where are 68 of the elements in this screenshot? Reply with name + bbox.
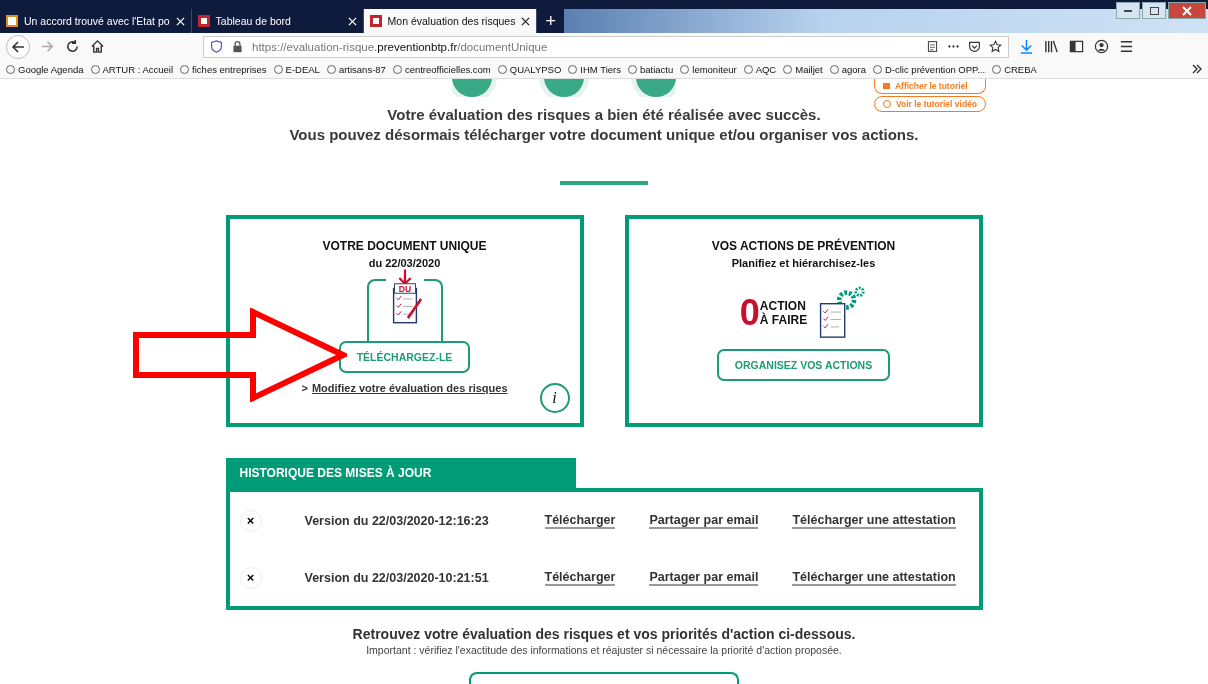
bookmark[interactable]: batiactu (628, 63, 674, 75)
card-date: du 22/03/2020 (368, 257, 441, 269)
history-link[interactable]: Partager par email (649, 512, 759, 529)
history-link[interactable]: Télécharger une attestation (792, 569, 956, 586)
info-button[interactable]: i (539, 383, 570, 413)
delete-button[interactable]: × (239, 509, 262, 532)
action-count-label: À FAIRE (759, 313, 808, 327)
close-icon[interactable] (521, 16, 531, 26)
modify-link[interactable]: Modifiez votre évaluation des risques (311, 382, 508, 394)
bookmark[interactable]: Mailjet (783, 63, 823, 75)
document-download-drawing: DU (385, 269, 424, 327)
bookmark[interactable]: lemoniteur (680, 63, 737, 75)
lock-icon (231, 40, 244, 53)
bookmark[interactable]: artisans-87 (326, 63, 386, 75)
bookmark[interactable]: CREBA (992, 63, 1037, 75)
bookmark[interactable]: centreofficielles.com (392, 63, 491, 75)
partial-button[interactable] (469, 672, 739, 684)
shield-icon (210, 40, 223, 53)
bookmark[interactable]: fiches entreprises (180, 63, 267, 75)
organize-actions-button[interactable]: ORGANISEZ VOS ACTIONS (716, 349, 891, 381)
section-heading: Retrouvez votre évaluation des risques et vos priorités d'action ci-dessous. (352, 626, 856, 642)
minimize-icon[interactable] (1116, 2, 1140, 19)
address-bar[interactable]: https://evaluation-risque.preventionbtp.fr/documentUnique (203, 35, 1009, 58)
reader-view-icon[interactable] (926, 40, 939, 53)
back-icon[interactable] (6, 34, 30, 59)
bookmark[interactable]: D-clic prévention OPP... (873, 63, 986, 75)
download-icon[interactable] (1019, 39, 1034, 54)
important-note: Important : vérifiez l'exactitude des informations et réajuster si nécessaire la priorité d'action proposée. (365, 644, 843, 656)
action-count-label: ACTION (759, 299, 807, 313)
bookmark[interactable]: ARTUR : Accueil (90, 63, 174, 75)
restore-icon[interactable] (1142, 2, 1166, 19)
pocket-icon[interactable] (968, 40, 981, 53)
new-tab-button[interactable]: + (537, 9, 564, 33)
url-text: https://evaluation-risque.preventionbtp.fr/documentUnique (252, 40, 548, 53)
download-button[interactable]: TÉLÉCHARGEZ-LE (338, 341, 471, 373)
delete-button[interactable]: × (239, 566, 262, 589)
favicon-icon (197, 15, 210, 27)
action-count: 0 (739, 292, 760, 334)
bookmark[interactable]: Google Agenda (6, 63, 84, 75)
bookmark[interactable]: E-DEAL (273, 63, 320, 75)
favicon-icon (369, 15, 382, 27)
sidebar-icon[interactable] (1069, 39, 1084, 54)
bookmark[interactable]: QUALYPSO (497, 63, 562, 75)
intro-text: Votre évaluation des risques a bien été réalisée avec succès. (386, 105, 822, 125)
version-label: Version du 22/03/2020-10:21:51 (304, 570, 490, 585)
menu-icon[interactable] (1119, 39, 1134, 54)
history-link[interactable]: Télécharger (544, 512, 616, 529)
browser-tab[interactable]: Mon évaluation des risques (363, 9, 538, 33)
card-title: VOS ACTIONS DE PRÉVENTION (711, 239, 896, 253)
history-link[interactable]: Télécharger (544, 569, 616, 586)
home-icon[interactable] (90, 39, 105, 54)
favicon-icon (6, 15, 18, 27)
card-subtitle: Planifiez et hiérarchisez-les (731, 257, 876, 269)
star-icon[interactable] (989, 40, 1002, 53)
bookmark[interactable]: IHM Tiers (568, 63, 621, 75)
intro-text: Vous pouvez désormais télécharger votre document unique et/ou organiser vos actions. (289, 125, 919, 145)
link-marker: > (301, 382, 308, 394)
account-icon[interactable] (1094, 39, 1109, 54)
card-title: VOTRE DOCUMENT UNIQUE (322, 239, 487, 253)
history-header: HISTORIQUE DES MISES À JOUR (225, 458, 576, 488)
history-link[interactable]: Partager par email (649, 569, 759, 586)
bookmark[interactable]: agora (829, 63, 866, 75)
library-icon[interactable] (1044, 39, 1059, 54)
reload-icon[interactable] (65, 39, 80, 54)
version-label: Version du 22/03/2020-12:16:23 (304, 513, 490, 528)
history-link[interactable]: Télécharger une attestation (792, 512, 956, 529)
overflow-chevron-icon[interactable] (1192, 64, 1202, 74)
bookmark[interactable]: AQC (743, 63, 777, 75)
